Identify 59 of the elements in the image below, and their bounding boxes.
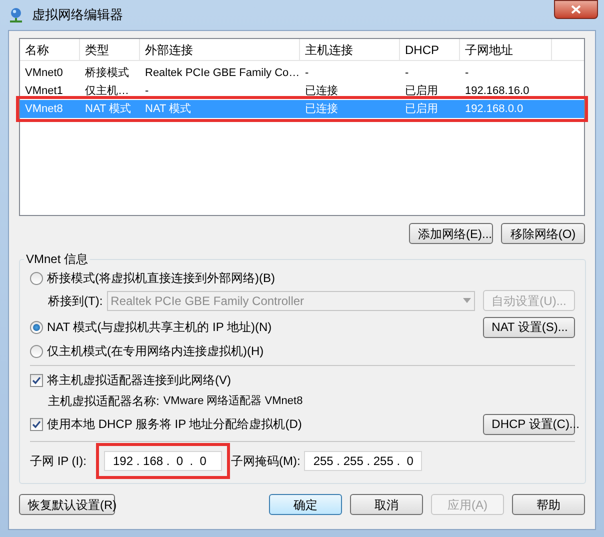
subnet-ip-field[interactable]: 192 . 168 . 0 . 0 xyxy=(104,451,222,471)
checkbox-label: 将主机虚拟适配器连接到此网络(V) xyxy=(47,372,231,389)
table-cell-text: VMnet0 xyxy=(24,66,64,81)
subnet-mask-field[interactable]: 255 . 255 . 255 . 0 xyxy=(304,451,422,471)
table-cell-text: 192.168.16.0 xyxy=(464,84,530,99)
table-action-button[interactable]: 添加网络(E)... xyxy=(409,223,493,244)
network-globe-icon xyxy=(8,7,24,23)
table-cell-text: 桥接模式 xyxy=(84,66,130,81)
table-cell-text: - xyxy=(464,66,470,81)
radio-button[interactable] xyxy=(30,272,43,284)
column-header[interactable]: 外部连接 xyxy=(140,39,300,60)
table-cell-text: NAT 模式 xyxy=(144,102,192,117)
table-cell-text: NAT 模式 xyxy=(84,102,132,117)
radio-label: NAT 模式(与虚拟机共享主机的 IP 地址)(N) xyxy=(47,319,272,336)
table-cell-text: 已启用 xyxy=(404,102,439,117)
bridge-label: 桥接到(T): xyxy=(48,292,103,310)
column-header[interactable]: 主机连接 xyxy=(300,39,400,60)
column-header[interactable]: 子网地址 xyxy=(460,39,552,60)
subnet-mask-label: 子网掩码(M): xyxy=(231,453,300,470)
table-cell-text: - xyxy=(404,66,410,81)
table-cell-text: 仅主机… xyxy=(84,84,130,99)
close-button[interactable] xyxy=(554,0,598,19)
table-cell-text: VMnet8 xyxy=(24,102,64,117)
dialog-button[interactable]: 确定 xyxy=(269,494,342,515)
dropdown-caret-icon xyxy=(462,298,471,303)
checkmark-icon xyxy=(32,420,41,428)
radio-label: 桥接模式(将虚拟机直接连接到外部网络)(B) xyxy=(47,270,275,287)
adapter-name: VMware 网络适配器 VMnet8 xyxy=(163,394,303,409)
radio-button[interactable] xyxy=(30,320,43,334)
dialog-button[interactable]: 取消 xyxy=(350,494,423,515)
radio-button[interactable] xyxy=(30,344,43,358)
table-cell-text: - xyxy=(304,66,310,81)
column-header[interactable]: DHCP xyxy=(400,39,460,60)
dialog-button[interactable]: 帮助 xyxy=(512,494,585,515)
table-cell-text: Realtek PCIe GBE Family Co… xyxy=(144,66,300,81)
table-cell-text: 192.168.0.0 xyxy=(464,102,524,117)
table-cell-text: VMnet1 xyxy=(24,84,64,99)
table-cell-text: 已连接 xyxy=(304,84,339,99)
dropdown-value: Realtek PCIe GBE Family Controller xyxy=(110,292,304,310)
close-icon xyxy=(571,5,581,14)
checkbox[interactable] xyxy=(30,418,43,430)
checkbox-label: 使用本地 DHCP 服务将 IP 地址分配给虚拟机(D) xyxy=(47,416,302,433)
radio-label: 仅主机模式(在专用网络内连接虚拟机)(H) xyxy=(47,343,264,360)
checkbox[interactable] xyxy=(30,374,43,386)
column-header[interactable]: 类型 xyxy=(80,39,140,60)
table-cell-text: 已启用 xyxy=(404,84,439,99)
group-title: VMnet 信息 xyxy=(25,251,90,268)
subnet-ip-label: 子网 IP (I): xyxy=(30,453,88,470)
table-action-button[interactable]: 移除网络(O) xyxy=(501,223,585,244)
column-header[interactable]: 名称 xyxy=(20,39,80,60)
table-row[interactable]: VMnet1 仅主机… - 已连接 已启用 192.168.16.0 xyxy=(20,82,584,100)
table-row[interactable]: VMnet0 桥接模式 Realtek PCIe GBE Family Co… - - - xyxy=(20,64,584,82)
table-cell-text: 已连接 xyxy=(304,102,339,117)
nat-settings-button[interactable]: NAT 设置(S)... xyxy=(482,316,575,338)
restore-defaults-button[interactable]: 恢复默认设置(R) xyxy=(19,494,115,515)
adapter-name-label: 主机虚拟适配器名称: xyxy=(48,393,160,410)
checkmark-icon xyxy=(32,376,41,384)
window-title: 虚拟网络编辑器 xyxy=(32,6,123,24)
table-cell-text: - xyxy=(144,84,150,99)
